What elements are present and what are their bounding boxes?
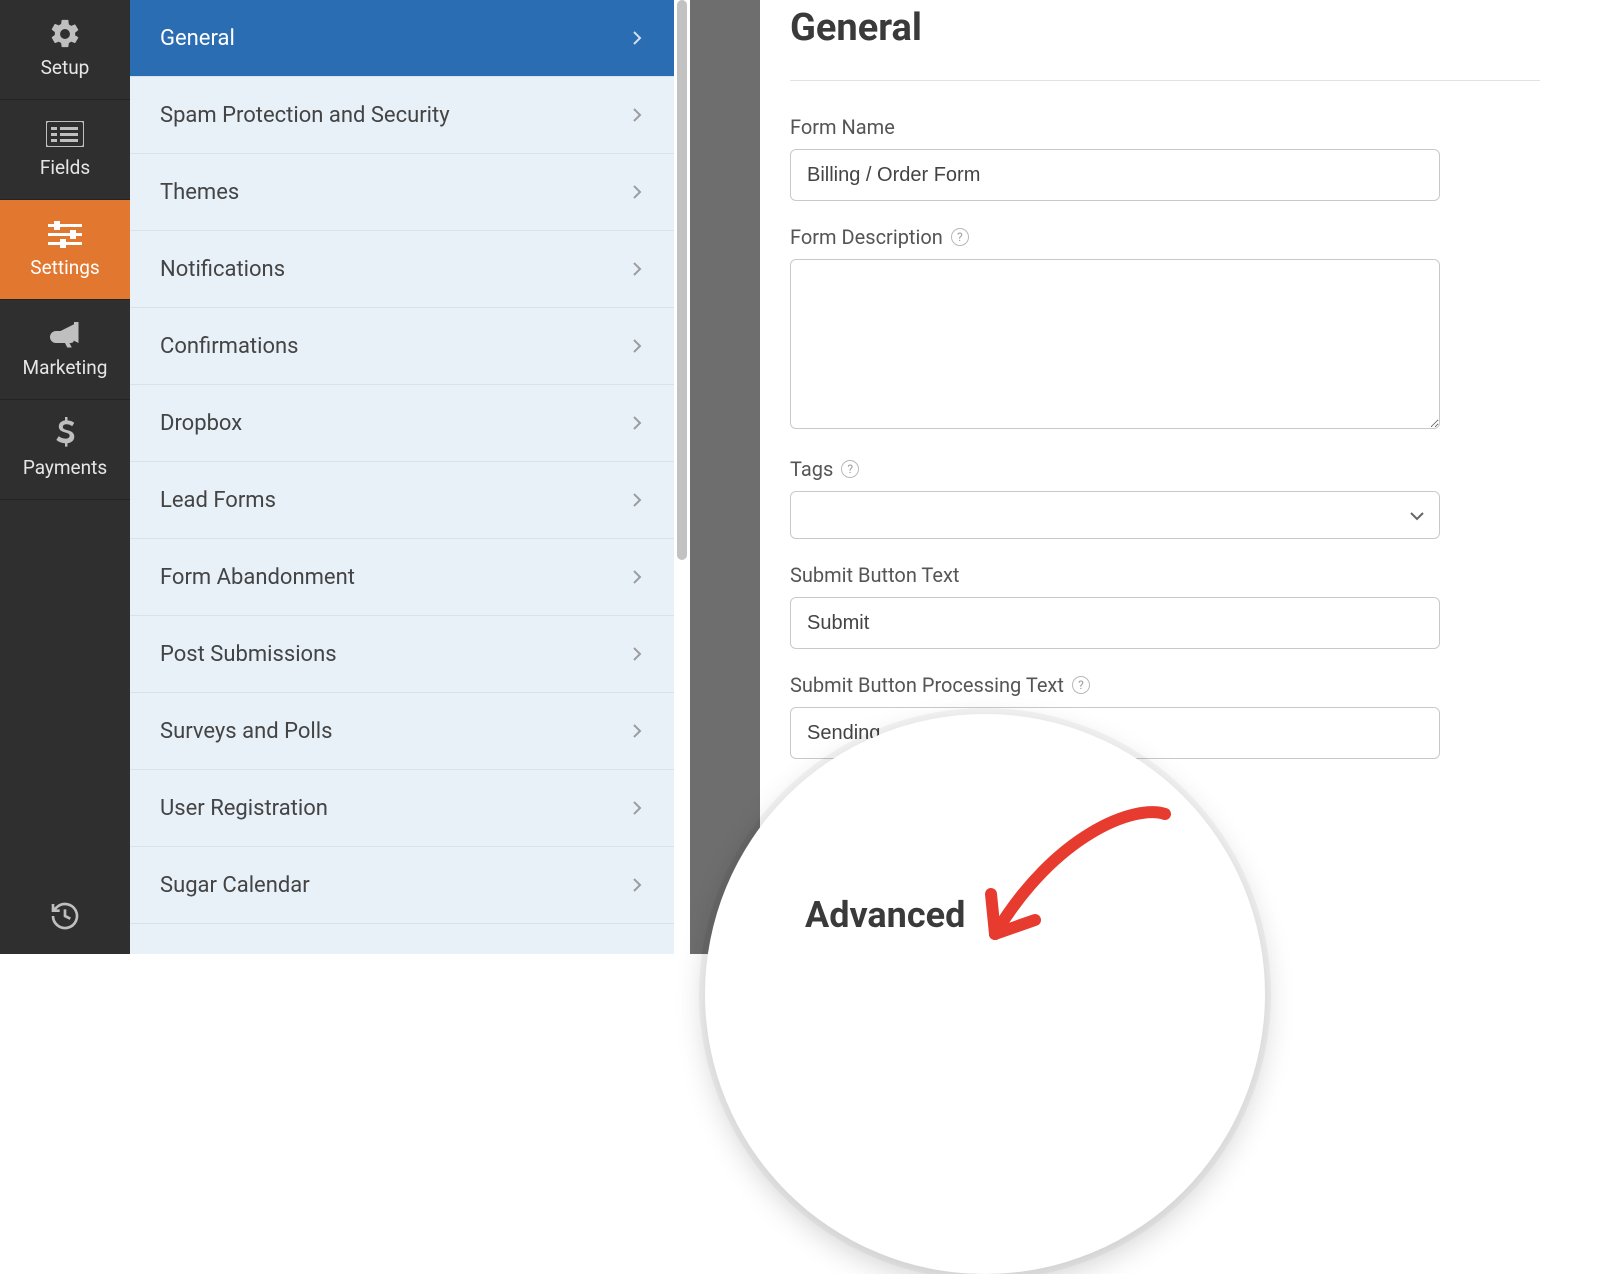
submenu-item-label: Themes xyxy=(160,180,239,205)
chevron-right-icon xyxy=(630,801,644,815)
scrollbar-thumb[interactable] xyxy=(677,0,687,560)
submenu-item-user-registration[interactable]: User Registration xyxy=(130,770,674,847)
sidebar-item-label: Fields xyxy=(40,156,90,179)
help-icon[interactable]: ? xyxy=(841,460,859,478)
form-description-label: Form Description xyxy=(790,225,943,249)
bullhorn-icon xyxy=(45,318,85,350)
sidebar-item-settings[interactable]: Settings xyxy=(0,200,130,300)
page-title: General xyxy=(790,6,1540,50)
chevron-down-icon xyxy=(1409,506,1425,525)
sidebar-item-label: Marketing xyxy=(23,356,108,379)
form-name-input[interactable] xyxy=(790,149,1440,201)
chevron-right-icon xyxy=(630,647,644,661)
sidebar-item-marketing[interactable]: Marketing xyxy=(0,300,130,400)
submenu-item-lead-forms[interactable]: Lead Forms xyxy=(130,462,674,539)
submenu-item-label: User Registration xyxy=(160,796,328,821)
chevron-right-icon xyxy=(630,724,644,738)
submit-processing-label: Submit Button Processing Text xyxy=(790,673,1064,697)
gear-icon xyxy=(45,18,85,50)
submenu-item-label: Spam Protection and Security xyxy=(160,103,450,128)
dollar-icon xyxy=(45,418,85,450)
submenu-item-label: Dropbox xyxy=(160,411,242,436)
chevron-right-icon xyxy=(630,878,644,892)
form-description-input[interactable] xyxy=(790,259,1440,429)
submenu-item-label: Confirmations xyxy=(160,334,299,359)
submenu-item-label: Surveys and Polls xyxy=(160,719,332,744)
submenu-item-form-abandonment[interactable]: Form Abandonment xyxy=(130,539,674,616)
sidebar-item-label: Settings xyxy=(30,256,99,279)
submenu-item-general[interactable]: General xyxy=(130,0,674,77)
field-tags: Tags ? xyxy=(790,457,1540,539)
field-form-name: Form Name xyxy=(790,115,1540,201)
sidebar-item-fields[interactable]: Fields xyxy=(0,100,130,200)
field-form-description: Form Description ? xyxy=(790,225,1540,433)
submenu-item-spam[interactable]: Spam Protection and Security xyxy=(130,77,674,154)
tags-label: Tags xyxy=(790,457,833,481)
submenu-item-notifications[interactable]: Notifications xyxy=(130,231,674,308)
submenu-item-dropbox[interactable]: Dropbox xyxy=(130,385,674,462)
history-icon xyxy=(49,900,81,936)
annotation-arrow-icon xyxy=(935,794,1195,954)
field-submit-text: Submit Button Text xyxy=(790,563,1540,649)
sidebar-item-label: Payments xyxy=(23,456,107,479)
settings-submenu: General Spam Protection and Security The… xyxy=(130,0,674,954)
sidebar-item-payments[interactable]: Payments xyxy=(0,400,130,500)
chevron-right-icon xyxy=(630,493,644,507)
submenu-item-confirmations[interactable]: Confirmations xyxy=(130,308,674,385)
sidebar-item-label: Setup xyxy=(41,56,90,79)
submenu-item-label: Sugar Calendar xyxy=(160,873,310,898)
submenu-item-label: General xyxy=(160,26,235,51)
chevron-right-icon xyxy=(630,31,644,45)
submenu-item-label: Notifications xyxy=(160,257,285,282)
sidebar-item-history[interactable] xyxy=(0,882,130,954)
submenu-item-sugar-calendar[interactable]: Sugar Calendar xyxy=(130,847,674,924)
chevron-right-icon xyxy=(630,416,644,430)
main-content: General Form Name Form Description ? Tag… xyxy=(760,0,1600,954)
submenu-scrollbar[interactable] xyxy=(674,0,690,954)
submit-text-label: Submit Button Text xyxy=(790,563,1540,587)
list-icon xyxy=(45,118,85,150)
submenu-item-label: Post Submissions xyxy=(160,642,337,667)
help-icon[interactable]: ? xyxy=(1072,676,1090,694)
submenu-item-surveys-polls[interactable]: Surveys and Polls xyxy=(130,693,674,770)
settings-submenu-wrap: General Spam Protection and Security The… xyxy=(130,0,690,954)
chevron-right-icon xyxy=(630,262,644,276)
chevron-right-icon xyxy=(630,570,644,584)
form-name-label: Form Name xyxy=(790,115,1540,139)
help-icon[interactable]: ? xyxy=(951,228,969,246)
sliders-icon xyxy=(45,218,85,250)
chevron-right-icon xyxy=(630,339,644,353)
submit-text-input[interactable] xyxy=(790,597,1440,649)
icon-sidebar: Setup Fields Settings Marketing Payments xyxy=(0,0,130,954)
tags-select[interactable] xyxy=(790,491,1440,539)
submenu-item-post-submissions[interactable]: Post Submissions xyxy=(130,616,674,693)
divider-line xyxy=(790,80,1540,81)
sidebar-item-setup[interactable]: Setup xyxy=(0,0,130,100)
submenu-item-themes[interactable]: Themes xyxy=(130,154,674,231)
advanced-callout: Advanced xyxy=(705,714,1565,1174)
chevron-right-icon xyxy=(630,185,644,199)
chevron-right-icon xyxy=(630,108,644,122)
submenu-item-label: Lead Forms xyxy=(160,488,276,513)
submenu-item-label: Form Abandonment xyxy=(160,565,355,590)
sidebar-spacer xyxy=(0,500,130,882)
